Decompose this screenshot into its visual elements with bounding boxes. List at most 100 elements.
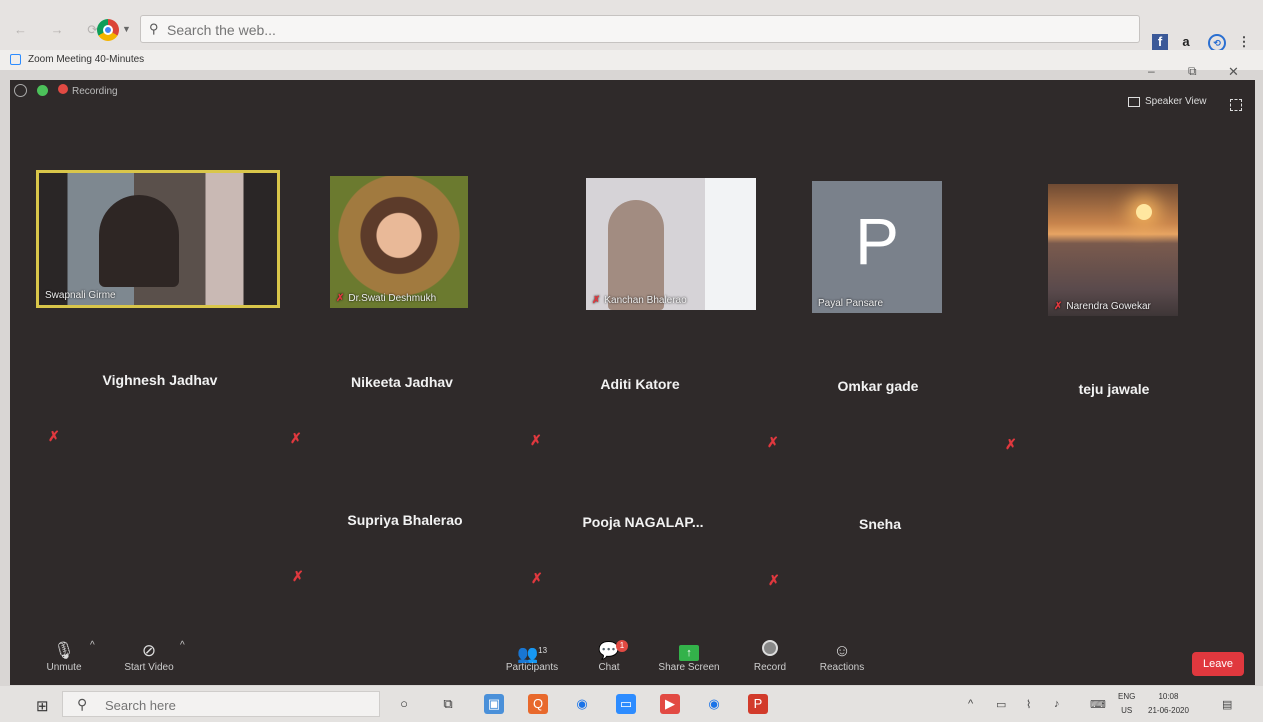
participant-name-tile[interactable]: Nikeeta Jadhav [302,374,502,390]
chrome-logo-icon[interactable] [97,19,119,41]
chevron-up-icon[interactable]: ^ [180,640,185,651]
minimize-button[interactable]: – [1148,64,1155,78]
video-tile[interactable]: P Payal Pansare [812,181,942,313]
unmute-button[interactable]: 🎙 Unmute [40,640,88,673]
chat-label: Chat [598,662,620,673]
chat-badge: 1 [616,640,628,652]
date: 21-06-2020 [1148,706,1189,715]
chevron-up-icon[interactable]: ^ [968,698,973,710]
app-q-icon[interactable]: Q [528,694,548,714]
participant-name-tile[interactable]: Omkar gade [778,378,978,394]
participant-name-tile[interactable]: Aditi Katore [540,376,740,392]
participant-name-tile[interactable]: Pooja NAGALAP... [543,514,743,530]
taskbar-search-input[interactable] [103,695,357,715]
browser-toolbar: ← → ⟳ ▼ ⚲ [0,0,1263,50]
participant-name-tile[interactable]: Supriya Bhalerao [305,512,505,528]
close-button[interactable]: ✕ [1228,64,1239,80]
speaker-view-button[interactable]: Speaker View [1128,96,1207,107]
chat-button[interactable]: 💬 1 Chat [594,640,628,673]
menu-icon[interactable]: ⋮ [1236,34,1252,50]
app-icon[interactable]: ▣ [484,694,504,714]
muted-mic-icon: ✗ [592,295,601,306]
muted-mic-icon: ✗ [530,432,542,448]
windows-start-icon[interactable]: ⊞ [36,697,49,715]
participant-name: Swapnali Girme [45,290,116,301]
muted-mic-icon: ✗ [767,434,779,450]
zoom-app-icon [10,54,21,65]
start-video-label: Start Video [124,662,174,673]
browser-nav-icons[interactable]: ← → ⟳ [14,22,108,38]
chevron-down-icon[interactable]: ▼ [122,24,131,34]
record-button[interactable]: Record [750,640,790,673]
keyboard-icon[interactable]: ⌨ [1090,698,1106,711]
muted-mic-icon: ✗ [768,572,780,588]
reactions-icon: ☺ [833,641,851,660]
share-screen-button[interactable]: ↑ Share Screen [655,640,723,673]
info-icon[interactable] [14,84,27,97]
avatar-initial: P [854,204,900,278]
participant-video [99,195,179,287]
video-tile[interactable]: ✗ Narendra Gowekar [1048,184,1178,316]
muted-mic-icon: ✗ [1005,436,1017,452]
fullscreen-icon[interactable] [1230,99,1242,111]
maximize-button[interactable]: ⧉ [1188,64,1197,79]
chevron-up-icon[interactable]: ^ [90,640,95,651]
volume-icon[interactable]: ♪ [1054,698,1060,710]
grid-view-icon [1128,96,1140,107]
participant-video [608,200,664,310]
mic-muted-icon: 🎙 [53,641,75,660]
battery-icon[interactable]: ▭ [996,698,1006,711]
participant-name-tile[interactable]: teju jawale [1014,381,1214,397]
search-icon: ⚲ [149,21,159,36]
taskbar: ⊞ ⚲ ○ ⧉ ▣ Q ◉ ▭ ▶ ◉ P ^ ▭ ⌇ ♪ ⌨ ENGUS 10… [0,686,1263,722]
search-icon: ⚲ [77,696,88,712]
start-video-button[interactable]: ⊘ Start Video [118,640,180,673]
facebook-icon[interactable]: f [1152,34,1168,50]
muted-mic-icon: ✗ [292,568,304,584]
task-view-icon[interactable]: ⧉ [438,694,458,714]
participant-name-tile[interactable]: Sneha [780,516,980,532]
app-red-icon[interactable]: ▶ [660,694,680,714]
reactions-button[interactable]: ☺ Reactions [816,640,868,673]
shield-icon[interactable] [37,85,48,96]
sunset-image [1136,204,1152,220]
video-tile[interactable]: ✗ Dr.Swati Deshmukh [330,176,468,308]
chrome-taskbar-icon-2[interactable]: ◉ [704,694,724,714]
participant-name: ✗ Narendra Gowekar [1054,301,1151,312]
clock[interactable]: 10:08 21-06-2020 [1148,690,1189,718]
speaker-view-label: Speaker View [1145,96,1207,107]
video-tile-active-speaker[interactable]: Swapnali Girme [36,170,280,308]
muted-mic-icon: ✗ [336,293,345,304]
pdf-icon[interactable]: P [748,694,768,714]
participant-name-tile[interactable]: Vighnesh Jadhav [60,372,260,388]
window-title: Zoom Meeting 40-Minutes [28,54,145,65]
chat-icon: 💬 1 [594,640,628,662]
language-indicator[interactable]: ENG US [1118,690,1135,718]
recording-indicator: Recording [58,84,118,97]
video-off-icon: ⊘ [141,641,157,660]
cortana-icon[interactable]: ○ [394,694,414,714]
amazon-icon[interactable]: a [1178,34,1194,50]
time: 10:08 [1158,692,1179,701]
leave-button[interactable]: Leave [1192,652,1244,676]
search-input[interactable] [165,19,1069,41]
share-screen-label: Share Screen [658,662,720,673]
muted-mic-icon: ✗ [531,570,543,586]
network-icon[interactable]: ⌇ [1026,698,1031,711]
meeting-status-bar: Recording [14,84,118,97]
participants-button[interactable]: 👥13 Participants [502,640,562,673]
notification-icon[interactable]: ▤ [1222,698,1232,711]
muted-mic-icon: ✗ [290,430,302,446]
chrome-taskbar-icon[interactable]: ◉ [572,694,592,714]
participant-name: ✗ Kanchan Bhalerao [592,295,687,306]
video-tile[interactable]: ✗ Kanchan Bhalerao [586,178,756,310]
record-icon [762,640,778,656]
taskbar-search[interactable]: ⚲ [62,691,380,717]
muted-mic-icon: ✗ [48,428,60,444]
address-bar[interactable]: ⚲ [140,15,1140,43]
participants-label: Participants [505,662,559,673]
reactions-label: Reactions [819,662,865,673]
record-dot-icon [58,84,68,94]
zoom-taskbar-icon[interactable]: ▭ [616,694,636,714]
participant-name: ✗ Dr.Swati Deshmukh [336,293,437,304]
